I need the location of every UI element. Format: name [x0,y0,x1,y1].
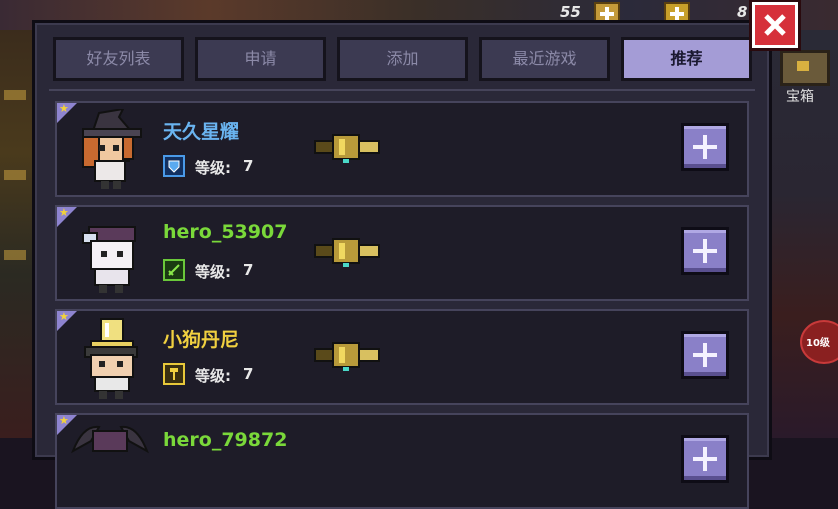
tab-requests[interactable]: 申请 [195,37,326,81]
tab-friend-list[interactable]: 好友列表 [53,37,184,81]
tab-divider [49,89,755,91]
level-label: 等级: [195,367,231,385]
weapon-icon [314,342,380,371]
player-name: 天久星耀 [163,121,240,143]
tab-add[interactable]: 添加 [337,37,468,81]
friend-card: ★ hero_79872 [55,413,749,509]
level-label: 等级: [195,263,231,281]
player-name: hero_79872 [163,429,288,451]
chest-label: 宝箱 [786,89,814,105]
horned-avatar [71,425,149,454]
gem-count: 8 [737,3,748,21]
weapon-icon [314,238,380,267]
player-name: hero_53907 [163,221,288,243]
close-button[interactable] [752,2,798,48]
friend-card: ★ hero_53907 等级: 7 [55,205,749,301]
level-label: 等级: [195,159,231,177]
shield-icon [163,155,185,177]
level-value: 7 [243,261,254,279]
friend-card: ★ 小狗丹尼 等级: 7 [55,309,749,405]
staff-icon [163,363,185,385]
player-name: 小狗丹尼 [163,329,240,351]
star-icon: ★ [59,102,69,115]
friend-card: ★ 天久星耀 等级: 7 [55,101,749,197]
tab-recent-games[interactable]: 最近游戏 [479,37,610,81]
hooded-avatar [82,226,136,293]
wizard-avatar [82,109,142,189]
treasure-chest-icon[interactable] [780,50,830,86]
level-value: 7 [243,157,254,175]
star-icon: ★ [59,310,69,323]
add-friend-button[interactable] [681,331,729,379]
level-value: 7 [243,365,254,383]
sword-icon [163,259,185,281]
add-friend-button[interactable] [681,227,729,275]
tophat-avatar [84,318,138,399]
star-icon: ★ [59,206,69,219]
friends-panel: 好友列表 申请 添加 最近游戏 推荐 ★ 天久星耀 等级: 7 ★ hero_5… [32,20,772,509]
close-icon [764,14,786,36]
tab-recommended[interactable]: 推荐 [621,37,752,81]
add-friend-button[interactable] [681,123,729,171]
left-scene [0,30,34,438]
currency-count: 55 [560,3,581,21]
weapon-icon [314,134,380,163]
star-icon: ★ [59,414,69,427]
add-friend-button[interactable] [681,435,729,483]
